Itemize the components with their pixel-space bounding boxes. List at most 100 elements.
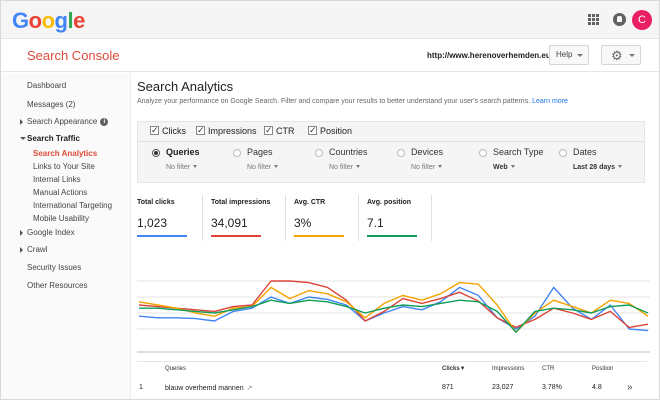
- radio-icon[interactable]: [479, 149, 487, 157]
- avatar[interactable]: C: [632, 10, 652, 30]
- sidebar-item-google-index[interactable]: Google Index: [27, 228, 75, 237]
- column-header-position[interactable]: Position: [592, 366, 613, 372]
- sidebar-item-search-analytics[interactable]: Search Analytics: [33, 149, 97, 158]
- sidebar: Dashboard Messages (2) Search Appearance…: [1, 73, 131, 399]
- card-value: 34,091: [211, 216, 248, 230]
- column-header-queries[interactable]: Queries: [165, 366, 186, 372]
- dimension-filter[interactable]: No filter: [411, 164, 443, 171]
- row-clicks: 871: [442, 384, 454, 391]
- product-title[interactable]: Search Console: [27, 48, 120, 63]
- dimension-filter[interactable]: No filter: [247, 164, 279, 171]
- sidebar-item-international-targeting[interactable]: International Targeting: [33, 201, 112, 210]
- logo-letter: o: [28, 8, 42, 33]
- sidebar-item-other-resources[interactable]: Other Resources: [27, 281, 87, 290]
- column-header-ctr[interactable]: CTR: [542, 366, 554, 372]
- apps-grid-icon[interactable]: [588, 14, 600, 26]
- chevron-right-icon[interactable]: [20, 230, 23, 236]
- row-index: 1: [139, 384, 143, 391]
- card-value: 7.1: [367, 216, 384, 230]
- divider: [285, 195, 286, 241]
- chevron-down-icon: [577, 54, 583, 57]
- checkbox-checked-icon[interactable]: [150, 125, 159, 136]
- card-label: Total clicks: [137, 199, 175, 206]
- radio-selected-icon[interactable]: [152, 149, 160, 157]
- sidebar-item-search-appearance[interactable]: Search Appearance i: [27, 117, 109, 126]
- chevron-down-icon[interactable]: [20, 137, 26, 140]
- sidebar-item-links-to-your-site[interactable]: Links to Your Site: [33, 162, 95, 171]
- chevron-right-icon[interactable]: [20, 119, 23, 125]
- metric-label: Impressions: [208, 126, 257, 136]
- checkbox-checked-icon[interactable]: [196, 125, 205, 136]
- learn-more-link[interactable]: Learn more: [532, 98, 568, 105]
- dimension-filter[interactable]: Web: [493, 164, 515, 171]
- metric-label: CTR: [276, 126, 295, 136]
- table-row[interactable]: 1 blauw overhemd mannen ↗ 871 23,027 3.78…: [137, 376, 647, 396]
- help-button-label: Help: [556, 50, 573, 59]
- page-title: Search Analytics: [137, 79, 234, 94]
- column-header-clicks[interactable]: Clicks▼: [442, 366, 466, 372]
- google-logo[interactable]: Google: [12, 8, 85, 34]
- sidebar-item-internal-links[interactable]: Internal Links: [33, 175, 81, 184]
- card-underline: [211, 235, 261, 237]
- chevron-right-icon[interactable]: [20, 247, 23, 253]
- row-ctr: 3.78%: [542, 384, 562, 391]
- column-header-impressions[interactable]: Impressions: [492, 366, 524, 372]
- settings-button[interactable]: ⚙: [601, 45, 641, 65]
- logo-letter: e: [73, 8, 85, 33]
- divider: [358, 195, 359, 241]
- series-line-clicks[interactable]: [138, 286, 649, 332]
- card-label: Avg. CTR: [294, 199, 326, 206]
- card-total-clicks[interactable]: Total clicks 1,023: [137, 191, 209, 241]
- chevron-down-icon: [356, 165, 361, 168]
- radio-icon[interactable]: [559, 149, 567, 157]
- external-link-icon[interactable]: ↗: [247, 384, 253, 392]
- metric-checkbox-position[interactable]: Position: [308, 125, 352, 136]
- dimension-label: Queries: [166, 147, 200, 157]
- filter-label: Last 28 days: [573, 164, 616, 171]
- performance-line-chart[interactable]: [137, 263, 650, 353]
- card-total-impressions[interactable]: Total impressions 34,091: [211, 191, 283, 241]
- dimension-filter[interactable]: Last 28 days: [573, 164, 623, 171]
- filter-label: No filter: [411, 164, 436, 171]
- sidebar-item-security-issues[interactable]: Security Issues: [27, 263, 81, 272]
- metric-checkbox-clicks[interactable]: Clicks: [150, 125, 186, 136]
- radio-icon[interactable]: [233, 149, 241, 157]
- metric-toggle-bar: Clicks Impressions CTR Position: [137, 121, 645, 141]
- metric-checkbox-ctr[interactable]: CTR: [264, 125, 295, 136]
- search-console-header: Search Console http://www.herenoverhemde…: [1, 40, 659, 72]
- dimension-filter[interactable]: No filter: [166, 164, 198, 171]
- sidebar-item-crawl[interactable]: Crawl: [27, 245, 47, 254]
- notifications-icon[interactable]: [613, 13, 626, 26]
- card-label: Avg. position: [367, 199, 412, 206]
- dimension-label: Pages: [247, 147, 273, 157]
- divider: [202, 195, 203, 241]
- card-value: 3%: [294, 216, 312, 230]
- help-button[interactable]: Help: [549, 45, 589, 65]
- results-table-header: Queries Clicks▼ Impressions CTR Position: [137, 361, 647, 375]
- site-url[interactable]: http://www.herenoverhemden.eu/: [427, 51, 553, 60]
- chevron-down-icon: [629, 54, 635, 57]
- logo-letter: G: [12, 8, 29, 33]
- chevron-down-icon: [193, 165, 198, 168]
- sidebar-item-mobile-usability[interactable]: Mobile Usability: [33, 214, 89, 223]
- card-underline: [137, 235, 187, 237]
- query-text: blauw overhemd mannen: [165, 385, 244, 392]
- info-icon[interactable]: i: [100, 117, 109, 126]
- checkbox-checked-icon[interactable]: [308, 125, 317, 136]
- sidebar-item-dashboard[interactable]: Dashboard: [27, 81, 66, 90]
- radio-icon[interactable]: [397, 149, 405, 157]
- card-avg-ctr[interactable]: Avg. CTR 3%: [294, 191, 366, 241]
- sidebar-item-search-traffic[interactable]: Search Traffic: [27, 134, 80, 143]
- chevron-down-icon: [274, 165, 279, 168]
- row-query[interactable]: blauw overhemd mannen ↗: [165, 384, 252, 392]
- card-avg-position[interactable]: Avg. position 7.1: [367, 191, 439, 241]
- dimension-label: Devices: [411, 147, 444, 157]
- chevron-down-icon: [438, 165, 443, 168]
- metric-checkbox-impressions[interactable]: Impressions: [196, 125, 257, 136]
- sidebar-item-messages[interactable]: Messages (2): [27, 100, 75, 109]
- checkbox-checked-icon[interactable]: [264, 125, 273, 136]
- double-chevron-right-icon[interactable]: »: [627, 382, 633, 393]
- dimension-filter[interactable]: No filter: [329, 164, 361, 171]
- radio-icon[interactable]: [315, 149, 323, 157]
- sidebar-item-manual-actions[interactable]: Manual Actions: [33, 188, 87, 197]
